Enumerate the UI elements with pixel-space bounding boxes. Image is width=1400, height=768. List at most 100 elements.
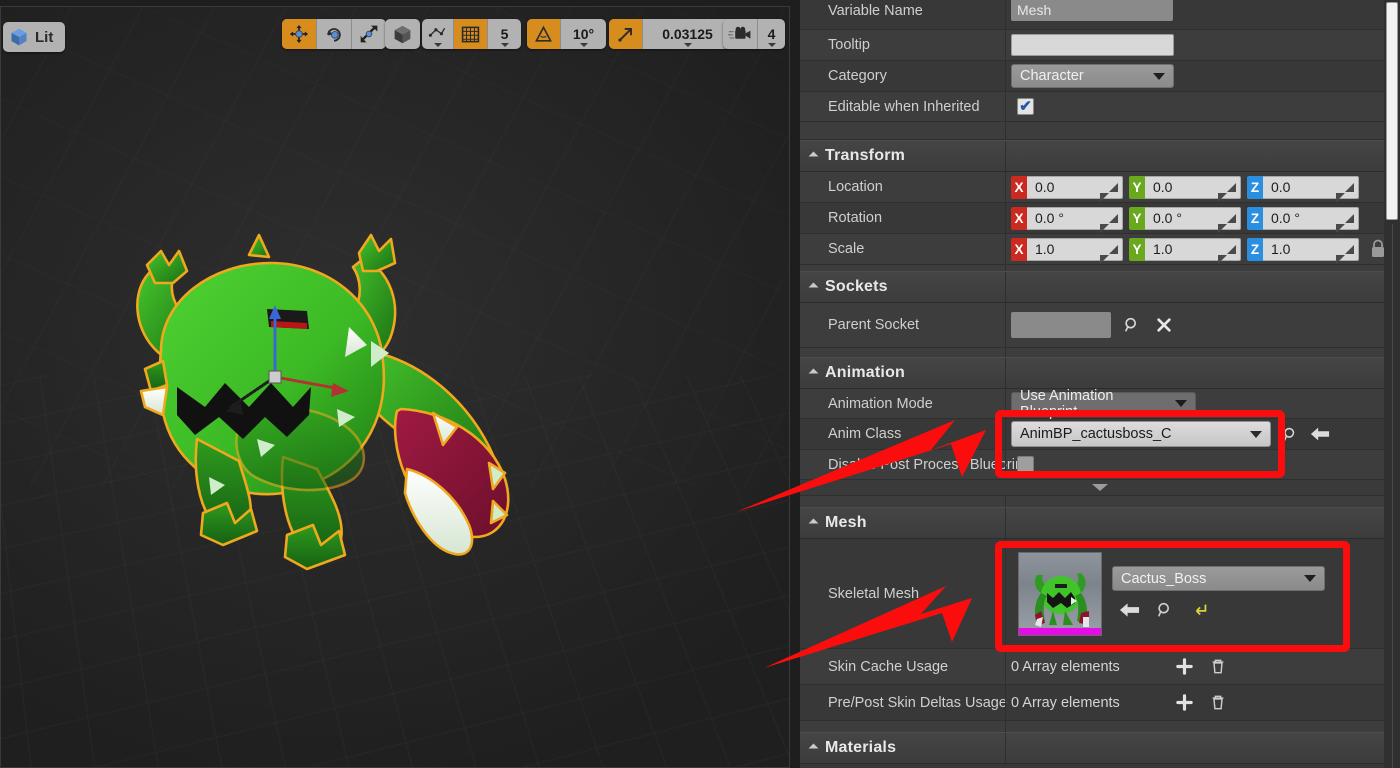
drag-handle-icon[interactable] bbox=[1100, 244, 1118, 264]
row-category[interactable]: Category Character bbox=[800, 61, 1400, 92]
chevron-down-icon bbox=[1153, 72, 1165, 80]
camera-speed-icon-button[interactable] bbox=[723, 19, 757, 49]
anim-class-dropdown[interactable]: AnimBP_cactusboss_C bbox=[1011, 421, 1271, 447]
axis-z-label: Z bbox=[1247, 175, 1263, 199]
plus-icon[interactable] bbox=[1173, 692, 1195, 714]
trash-icon[interactable] bbox=[1207, 692, 1229, 714]
trash-icon[interactable] bbox=[1207, 656, 1229, 678]
animation-mode-dropdown[interactable]: Use Animation Blueprint bbox=[1011, 388, 1196, 420]
skin-cache-usage-value: 0 Array elements bbox=[1011, 658, 1120, 675]
row-scale[interactable]: Scale X 1.0 Y 1.0 Z 1.0 bbox=[800, 234, 1400, 265]
magnifier-icon[interactable] bbox=[1121, 314, 1143, 336]
drag-handle-icon[interactable] bbox=[1218, 182, 1236, 202]
scale-mode-button[interactable] bbox=[351, 19, 386, 49]
row-post-process-blueprint[interactable]: Disable Post Process Blueprint bbox=[800, 450, 1400, 480]
row-location[interactable]: Location X 0.0 Y 0.0 Z 0.0 bbox=[800, 172, 1400, 203]
drag-handle-icon[interactable] bbox=[1100, 182, 1118, 202]
section-header-materials[interactable]: Materials bbox=[800, 732, 1400, 764]
reset-arrow-icon[interactable] bbox=[1190, 599, 1212, 621]
translate-mode-button[interactable] bbox=[282, 19, 316, 49]
chevron-down-icon bbox=[1304, 575, 1316, 582]
drag-handle-icon[interactable] bbox=[1218, 244, 1236, 264]
world-space-toggle[interactable] bbox=[385, 19, 420, 49]
drag-handle-icon[interactable] bbox=[1100, 213, 1118, 233]
section-header-mesh[interactable]: Mesh bbox=[800, 507, 1400, 539]
parent-socket-input[interactable] bbox=[1011, 312, 1111, 338]
scale-z[interactable]: Z 1.0 bbox=[1247, 237, 1359, 264]
row-tooltip[interactable]: Tooltip bbox=[800, 30, 1400, 61]
variable-name-input[interactable]: Mesh bbox=[1011, 0, 1173, 21]
cactus-boss-model[interactable] bbox=[101, 201, 561, 681]
scale-y[interactable]: Y 1.0 bbox=[1129, 237, 1241, 264]
animation-mode-value: Use Animation Blueprint bbox=[1020, 387, 1114, 420]
row-parent-socket[interactable]: Parent Socket bbox=[800, 303, 1400, 348]
post-process-label: Disable Post Process Blueprint bbox=[828, 456, 1028, 473]
row-anim-class[interactable]: Anim Class AnimBP_cactusboss_C bbox=[800, 419, 1400, 450]
row-animation-mode[interactable]: Animation Mode Use Animation Blueprint bbox=[800, 388, 1400, 420]
drag-handle-icon[interactable] bbox=[1336, 213, 1354, 233]
camera-speed-value[interactable]: 4 bbox=[757, 19, 785, 49]
grid-icon bbox=[461, 26, 480, 42]
section-header-sockets[interactable]: Sockets bbox=[800, 271, 1400, 303]
scale-snap-toggle[interactable] bbox=[609, 19, 642, 49]
section-header-transform[interactable]: Transform bbox=[800, 140, 1400, 172]
rotation-z[interactable]: Z 0.0 ° bbox=[1247, 206, 1359, 233]
row-rotation[interactable]: Rotation X 0.0 ° Y 0.0 ° Z 0.0 ° bbox=[800, 203, 1400, 234]
collapse-triangle-icon bbox=[808, 743, 819, 753]
mesh-title: Mesh bbox=[825, 514, 867, 531]
details-panel[interactable]: Variable Name Mesh Tooltip Category Char… bbox=[800, 0, 1400, 768]
category-dropdown[interactable]: Character bbox=[1011, 64, 1174, 88]
grid-snap-value[interactable]: 5 bbox=[487, 19, 521, 49]
arrow-left-icon[interactable] bbox=[1309, 423, 1331, 445]
magnifier-icon[interactable] bbox=[1154, 599, 1176, 621]
axis-x-label: X bbox=[1011, 206, 1027, 230]
scale-snap-value[interactable]: 0.03125 bbox=[642, 19, 732, 49]
editable-when-inherited-label: Editable when Inherited bbox=[828, 98, 980, 115]
view-mode-button[interactable]: Lit bbox=[3, 22, 66, 52]
grid-snap-toggle[interactable] bbox=[453, 19, 487, 49]
skeletal-mesh-dropdown[interactable]: Cactus_Boss bbox=[1112, 566, 1325, 591]
category-value: Character bbox=[1020, 68, 1084, 84]
scale-x[interactable]: X 1.0 bbox=[1011, 237, 1123, 264]
details-scrollbar-thumb[interactable] bbox=[1386, 2, 1398, 220]
row-editable-when-inherited[interactable]: Editable when Inherited ✔ bbox=[800, 92, 1400, 122]
tooltip-input[interactable] bbox=[1011, 34, 1174, 56]
transform-mode-group[interactable] bbox=[282, 19, 386, 49]
plus-icon[interactable] bbox=[1173, 656, 1195, 678]
rotation-y[interactable]: Y 0.0 ° bbox=[1129, 206, 1241, 233]
close-x-icon[interactable] bbox=[1153, 314, 1175, 336]
axis-y-label: Y bbox=[1129, 175, 1145, 199]
editable-when-inherited-checkbox[interactable]: ✔ bbox=[1017, 98, 1034, 115]
drag-handle-icon[interactable] bbox=[1218, 213, 1236, 233]
rotation-snap-group[interactable]: 10° bbox=[527, 19, 606, 49]
drag-handle-icon[interactable] bbox=[1336, 182, 1354, 202]
3d-viewport[interactable]: Lit 5 10° 0.03125 4 bbox=[0, 6, 790, 768]
rotation-label: Rotation bbox=[828, 210, 883, 226]
row-skeletal-mesh[interactable]: Skeletal Mesh Cactus_Boss bbox=[800, 539, 1400, 649]
rotate-gizmo-icon bbox=[327, 28, 341, 42]
surface-snap-toggle[interactable] bbox=[422, 19, 453, 49]
scale-snap-group[interactable]: 0.03125 bbox=[609, 19, 732, 49]
drag-handle-icon[interactable] bbox=[1336, 244, 1354, 264]
post-process-checkbox[interactable] bbox=[1017, 456, 1034, 473]
collapse-triangle-icon bbox=[808, 151, 819, 161]
coordinate-system-button[interactable] bbox=[385, 19, 420, 49]
rotation-snap-toggle[interactable] bbox=[527, 19, 560, 49]
row-skin-deltas-usage[interactable]: Pre/Post Skin Deltas Usage 0 Array eleme… bbox=[800, 685, 1400, 721]
location-x[interactable]: X 0.0 bbox=[1011, 175, 1123, 202]
camera-speed-group[interactable]: 4 bbox=[723, 19, 785, 49]
expand-animation-section[interactable] bbox=[800, 480, 1400, 496]
snapping-group[interactable]: 5 bbox=[422, 19, 521, 49]
skin-deltas-usage-value: 0 Array elements bbox=[1011, 694, 1120, 711]
rotate-mode-button[interactable] bbox=[316, 19, 351, 49]
location-z[interactable]: Z 0.0 bbox=[1247, 175, 1359, 202]
skeletal-mesh-thumbnail[interactable] bbox=[1018, 551, 1102, 636]
row-skin-cache-usage[interactable]: Skin Cache Usage 0 Array elements bbox=[800, 649, 1400, 685]
location-y[interactable]: Y 0.0 bbox=[1129, 175, 1241, 202]
rotation-snap-value[interactable]: 10° bbox=[560, 19, 606, 49]
section-header-animation[interactable]: Animation bbox=[800, 357, 1400, 389]
rotation-x[interactable]: X 0.0 ° bbox=[1011, 206, 1123, 233]
row-variable-name[interactable]: Variable Name Mesh bbox=[800, 0, 1400, 30]
arrow-left-icon[interactable] bbox=[1118, 599, 1140, 621]
magnifier-icon[interactable] bbox=[1279, 423, 1301, 445]
